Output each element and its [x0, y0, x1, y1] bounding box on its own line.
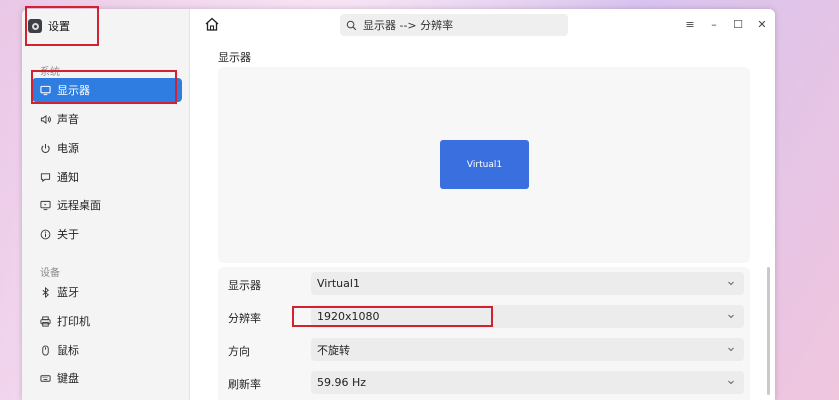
keyboard-icon	[40, 374, 51, 382]
speaker-icon	[40, 114, 51, 124]
printer-icon	[40, 315, 51, 327]
sidebar-item-notifications[interactable]: 通知	[32, 165, 182, 189]
main-panel: 显示器 --> 分辨率 ≡ – ☐ ✕ 显示器 Virtual1 显示器 Vir…	[190, 9, 775, 400]
search-breadcrumb[interactable]: 显示器 --> 分辨率	[340, 14, 568, 36]
sidebar-item-label: 通知	[57, 171, 79, 184]
select-value: Virtual1	[317, 277, 360, 290]
sidebar-item-power[interactable]: 电源	[32, 136, 182, 160]
power-icon	[41, 143, 50, 153]
sidebar-item-label: 远程桌面	[57, 199, 101, 212]
info-icon	[40, 229, 51, 239]
setting-row-orientation: 方向 不旋转	[218, 333, 750, 366]
sidebar-item-label: 鼠标	[57, 344, 79, 357]
setting-label: 刷新率	[228, 378, 261, 391]
setting-row-refresh-rate: 刷新率 59.96 Hz	[218, 366, 750, 399]
sidebar-item-label: 打印机	[57, 315, 90, 328]
setting-label: 分辨率	[228, 312, 261, 325]
refresh-rate-select[interactable]: 59.96 Hz	[311, 371, 744, 394]
sidebar-item-remote-desktop[interactable]: 远程桌面	[32, 193, 182, 217]
display-select[interactable]: Virtual1	[311, 272, 744, 295]
highlight-box-app-title	[25, 6, 99, 46]
chevron-down-icon	[728, 314, 734, 319]
setting-row-display: 显示器 Virtual1	[218, 267, 750, 300]
chevron-down-icon	[728, 281, 734, 286]
sidebar-item-label: 电源	[57, 142, 79, 155]
highlight-box-display-item	[31, 70, 177, 104]
search-icon	[346, 20, 357, 30]
home-icon[interactable]	[204, 16, 220, 32]
close-icon[interactable]: ✕	[755, 17, 769, 31]
setting-label: 方向	[228, 345, 250, 358]
sidebar: 设置 系统 显示器 声音 电源 通知 远程桌面 关于 设备 蓝牙 打印机 鼠标 …	[22, 9, 190, 400]
chevron-down-icon	[728, 347, 734, 352]
title-bar: 显示器 --> 分辨率 ≡ – ☐ ✕	[190, 9, 775, 41]
menu-icon[interactable]: ≡	[683, 17, 697, 31]
select-value: 59.96 Hz	[317, 376, 367, 389]
scrollbar[interactable]	[767, 267, 770, 395]
maximize-icon[interactable]: ☐	[731, 17, 745, 31]
display-settings-panel: 显示器 Virtual1 分辨率 1920x1080 方向 不旋转 刷新率 59…	[218, 267, 750, 400]
display-preview: Virtual1	[218, 67, 750, 263]
sidebar-item-label: 键盘	[57, 372, 79, 385]
setting-label: 显示器	[228, 279, 261, 292]
sidebar-item-mouse[interactable]: 鼠标	[32, 338, 182, 362]
sidebar-item-label: 关于	[57, 228, 79, 241]
monitor-label: Virtual1	[466, 159, 503, 170]
sidebar-item-keyboard[interactable]: 键盘	[32, 366, 182, 390]
sidebar-item-sound[interactable]: 声音	[32, 107, 182, 131]
sidebar-item-about[interactable]: 关于	[32, 222, 182, 246]
section-title: 显示器	[218, 51, 251, 64]
sidebar-item-label: 声音	[57, 113, 79, 126]
group-label-devices: 设备	[40, 268, 60, 279]
bluetooth-icon	[42, 286, 49, 298]
window-controls: ≡ – ☐ ✕	[683, 17, 769, 31]
sidebar-item-bluetooth[interactable]: 蓝牙	[32, 280, 182, 304]
mouse-icon	[42, 344, 49, 356]
notification-icon	[40, 172, 51, 182]
minimize-icon[interactable]: –	[707, 17, 721, 31]
sidebar-item-label: 蓝牙	[57, 286, 79, 299]
remote-desktop-icon	[40, 200, 51, 210]
monitor-tile[interactable]: Virtual1	[440, 140, 529, 189]
orientation-select[interactable]: 不旋转	[311, 338, 744, 361]
breadcrumb: 显示器 --> 分辨率	[363, 19, 454, 32]
sidebar-item-printer[interactable]: 打印机	[32, 309, 182, 333]
chevron-down-icon	[728, 380, 734, 385]
highlight-box-resolution	[292, 306, 493, 327]
select-value: 不旋转	[317, 343, 350, 357]
settings-window: 设置 系统 显示器 声音 电源 通知 远程桌面 关于 设备 蓝牙 打印机 鼠标 …	[22, 9, 775, 400]
